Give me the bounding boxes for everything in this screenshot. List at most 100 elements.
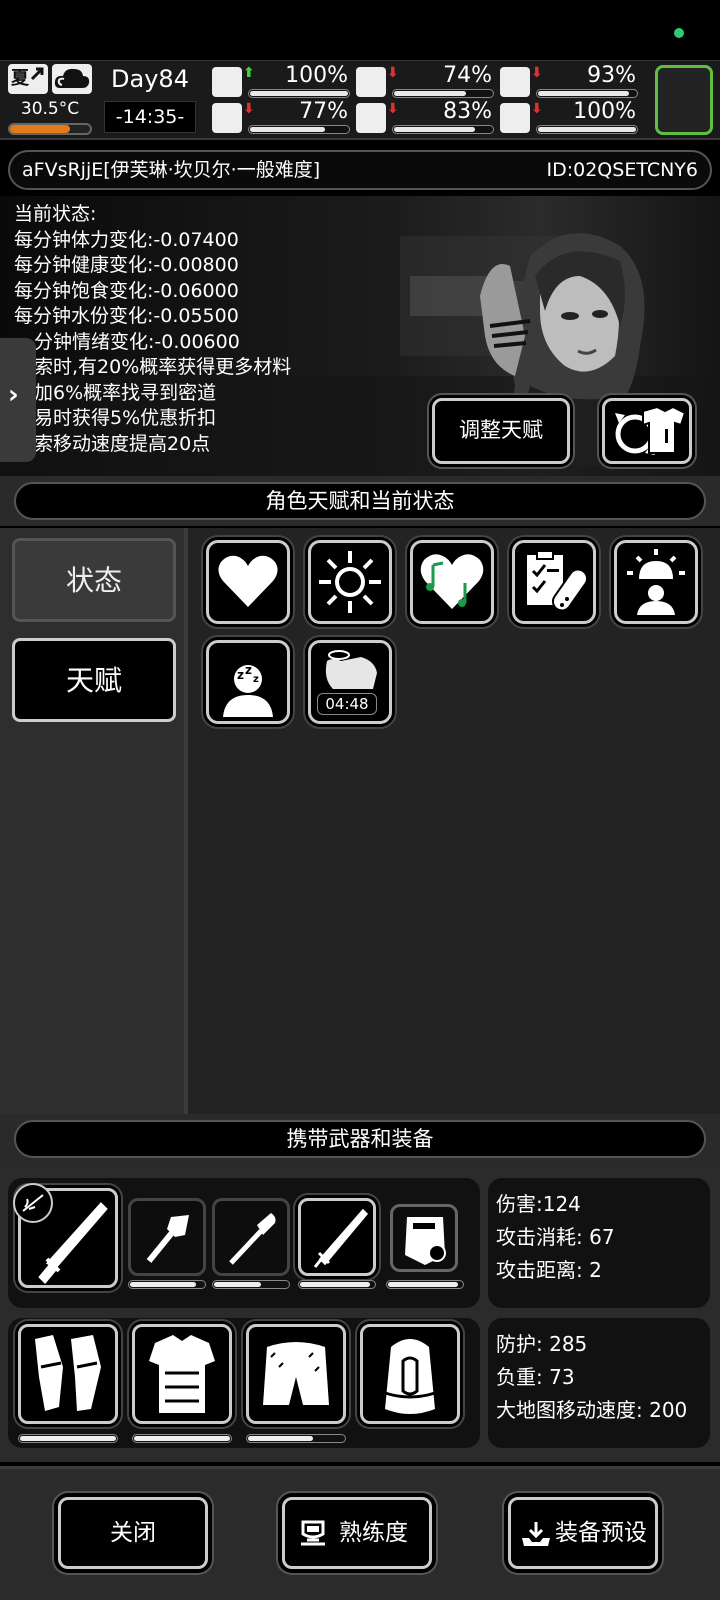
character-name: aFVsRjjE[伊芙琳·坎贝尔·一般难度] bbox=[22, 159, 321, 181]
character-id: ID:02QSETCNY6 bbox=[546, 159, 699, 181]
talent-section-header: 角色天赋和当前状态 bbox=[0, 476, 720, 526]
status-line: 加6%概率找寻到密道 bbox=[34, 381, 217, 404]
change-outfit-button[interactable] bbox=[602, 398, 692, 464]
special-skill-icon bbox=[13, 1183, 53, 1223]
hud-stat-value: 74% bbox=[443, 63, 492, 88]
hud-stat-bar-fill bbox=[394, 127, 475, 132]
hud-stat-bar bbox=[536, 89, 638, 98]
sun-rise-icon bbox=[30, 67, 44, 81]
quick-slot[interactable] bbox=[655, 65, 713, 135]
hud-stat: ⬇ 100% bbox=[500, 99, 640, 135]
status-line: 每分钟体力变化:-0.07400 bbox=[14, 228, 239, 251]
defense-stat: 防护: 285 bbox=[496, 1332, 588, 1356]
status-line: 分钟情绪变化:-0.00600 bbox=[34, 330, 240, 353]
character-title-bar: aFVsRjjE[伊芙琳·坎贝尔·一般难度] ID:02QSETCNY6 bbox=[8, 150, 712, 190]
armor-stats: 防护: 285 负重: 73 大地图移动速度: 200 bbox=[488, 1318, 710, 1448]
arrow-down-icon: ⬇ bbox=[243, 101, 255, 117]
damage-stat: 伤害:124 bbox=[496, 1192, 581, 1216]
arrow-down-icon: ⬇ bbox=[387, 65, 399, 81]
cloud-icon bbox=[54, 68, 90, 88]
hud-stat-bar bbox=[248, 125, 350, 134]
arrow-down-icon: ⬇ bbox=[531, 101, 543, 117]
outfit-swap-icon bbox=[615, 405, 687, 455]
hud-stat-bar bbox=[392, 125, 494, 134]
katana-icon[interactable] bbox=[298, 1198, 376, 1276]
attack-cost-stat: 攻击消耗: 67 bbox=[496, 1225, 615, 1249]
arrow-down-icon: ⬇ bbox=[387, 101, 399, 117]
tab-status[interactable]: 状态 bbox=[12, 538, 176, 622]
arrow-down-icon: ⬇ bbox=[531, 65, 543, 81]
axe-icon[interactable] bbox=[128, 1198, 206, 1276]
bottom-action-bar: 关闭 熟练度 装备预设 bbox=[0, 1466, 720, 1600]
hud-stat-bar-fill bbox=[538, 91, 629, 96]
arm-guard-icon[interactable] bbox=[18, 1324, 118, 1424]
tab-column: 状态 天赋 bbox=[0, 528, 188, 1114]
fur-pants-icon[interactable] bbox=[246, 1324, 346, 1424]
water-drop-icon bbox=[356, 103, 386, 133]
top-hud: 夏 30.5°C Day84 -14:35- ⬆ 100% ⬇ 74% ⬇ 93% ⬇ 77%… bbox=[0, 60, 720, 140]
status-line: 每分钟水份变化:-0.05500 bbox=[14, 305, 239, 327]
durability-bar bbox=[246, 1434, 346, 1443]
side-drawer-toggle[interactable]: › bbox=[0, 338, 36, 462]
temperature-value: 30.5°C bbox=[20, 99, 80, 119]
talent-section-title: 角色天赋和当前状态 bbox=[14, 482, 706, 520]
hud-stat-bar-fill bbox=[394, 91, 466, 96]
map-speed-stat: 大地图移动速度: 200 bbox=[496, 1398, 688, 1422]
pill-icon bbox=[500, 67, 530, 97]
adjust-talent-button[interactable]: 调整天赋 bbox=[432, 398, 570, 464]
sun-icon[interactable] bbox=[308, 540, 392, 624]
hud-stat-bar bbox=[392, 89, 494, 98]
status-line: 易时获得5%优惠折扣 bbox=[34, 407, 217, 429]
hud-stat-value: 83% bbox=[443, 99, 492, 124]
equipment-preset-label: 装备预设 bbox=[555, 1520, 647, 1546]
durability-bar bbox=[132, 1434, 232, 1443]
body-armor-icon[interactable] bbox=[132, 1324, 232, 1424]
load-stat: 负重: 73 bbox=[496, 1365, 575, 1389]
status-line: 每分钟健康变化:-0.00800 bbox=[14, 254, 239, 276]
status-line: 当前状态: bbox=[14, 203, 97, 225]
heart-hand-icon bbox=[500, 103, 530, 133]
talent-status-area: 状态 天赋 zzz 04:48 bbox=[0, 528, 720, 1114]
weather-badge bbox=[52, 64, 92, 94]
equipment-area: 伤害:124 攻击消耗: 67 攻击距离: 2 防护: 285 负重: 73 大… bbox=[0, 1166, 720, 1462]
status-lines: 当前状态: 每分钟体力变化:-0.07400 每分钟健康变化:-0.00800 每分钟… bbox=[14, 202, 291, 457]
day-counter: Day84 bbox=[111, 65, 189, 93]
hud-stat: ⬇ 77% bbox=[212, 99, 352, 135]
shovel-icon[interactable] bbox=[212, 1198, 290, 1276]
equipment-preset-button[interactable]: 装备预设 bbox=[508, 1497, 658, 1569]
trophy-icon bbox=[301, 1520, 325, 1546]
ghost-body-icon[interactable]: 04:48 bbox=[308, 640, 392, 724]
close-button[interactable]: 关闭 bbox=[58, 1497, 208, 1569]
hud-stat-bar-fill bbox=[250, 127, 325, 132]
hud-stat-bar-fill bbox=[250, 91, 348, 96]
svg-text:z: z bbox=[253, 674, 259, 685]
hud-stat-value: 100% bbox=[573, 99, 636, 124]
durability-bar bbox=[298, 1280, 376, 1289]
music-heart-icon[interactable] bbox=[410, 540, 494, 624]
svg-text:z: z bbox=[237, 668, 244, 682]
sleeping-person-icon[interactable]: zzz bbox=[206, 640, 290, 724]
season-label: 夏 bbox=[11, 68, 29, 89]
hud-stat-bar bbox=[536, 125, 638, 134]
weapon-stats: 伤害:124 攻击消耗: 67 攻击距离: 2 bbox=[488, 1178, 710, 1308]
tab-talent[interactable]: 天赋 bbox=[12, 638, 176, 722]
temperature-bar-fill bbox=[10, 125, 70, 133]
hud-stat-bar bbox=[248, 89, 350, 98]
boot-icon bbox=[212, 103, 242, 133]
medicine-clipboard-icon[interactable] bbox=[512, 540, 596, 624]
download-tray-icon bbox=[522, 1522, 550, 1546]
durability-bar bbox=[212, 1280, 290, 1289]
heart-icon[interactable] bbox=[206, 540, 290, 624]
hud-stat: ⬇ 74% bbox=[356, 63, 496, 99]
backpack-icon[interactable] bbox=[360, 1324, 460, 1424]
katana-icon[interactable] bbox=[13, 1183, 118, 1288]
hud-stat-value: 77% bbox=[299, 99, 348, 124]
durability-bar bbox=[386, 1280, 464, 1289]
arrow-up-icon: ⬆ bbox=[243, 65, 255, 81]
riot-shield-icon[interactable] bbox=[390, 1204, 458, 1272]
attack-range-stat: 攻击距离: 2 bbox=[496, 1258, 602, 1282]
stomach-icon bbox=[356, 67, 386, 97]
durability-bar bbox=[128, 1280, 206, 1289]
alarm-person-icon[interactable] bbox=[614, 540, 698, 624]
proficiency-button[interactable]: 熟练度 bbox=[282, 1497, 432, 1569]
